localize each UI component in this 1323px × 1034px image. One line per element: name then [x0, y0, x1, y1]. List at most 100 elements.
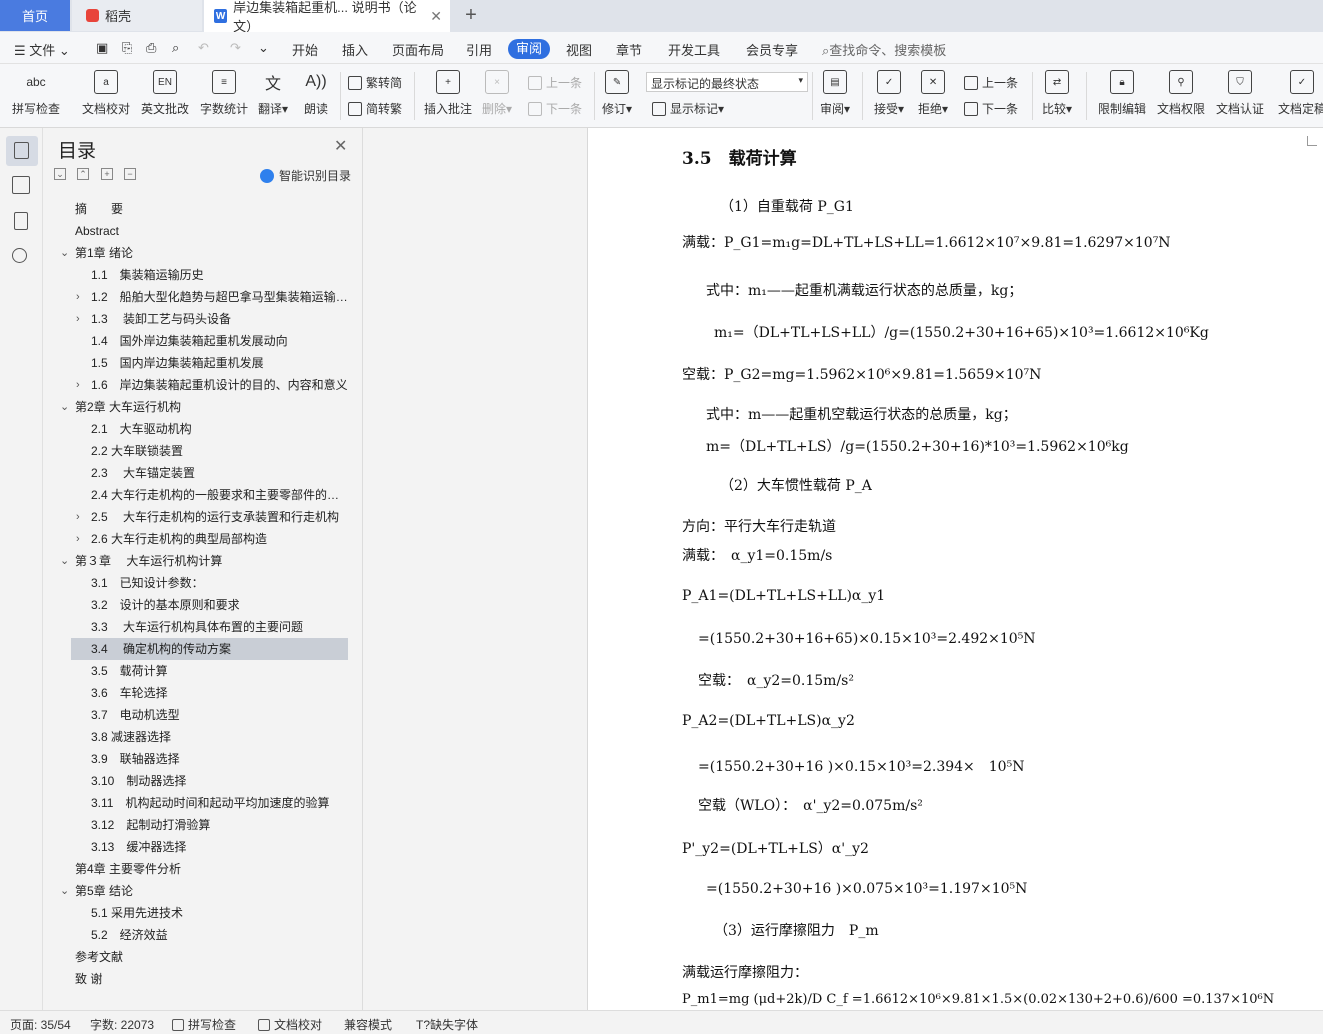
collapse-all-icon[interactable]: ⌃	[77, 168, 89, 180]
prev-comment-button[interactable]: 上一条	[528, 74, 582, 91]
export-icon[interactable]: ⎘	[122, 40, 132, 56]
toc-item[interactable]: 3.5 载荷计算	[44, 660, 362, 682]
toc-item[interactable]: 2.2 大车联锁装置	[44, 440, 362, 462]
toc-item[interactable]: 2.1 大车驱动机构	[44, 418, 362, 440]
toc-item[interactable]: 2.3 大车锚定装置	[44, 462, 362, 484]
toc-item[interactable]: ⌄ 第３章 大车运行机构计算	[44, 550, 362, 572]
toc-item[interactable]: › 1.3 装卸工艺与码头设备	[44, 308, 362, 330]
redo-icon[interactable]: ↷	[230, 40, 241, 56]
chevron-right-icon[interactable]: ›	[76, 506, 80, 528]
restrict-edit-button[interactable]: 🔒︎ 限制编辑	[1098, 70, 1146, 117]
toc-item[interactable]: 摘 要	[44, 198, 362, 220]
save-icon[interactable]: ▣	[96, 40, 108, 56]
proofread-button[interactable]: a 文档校对	[82, 70, 130, 117]
word-count-button[interactable]: ≡ 字数统计	[200, 70, 248, 117]
toc-item[interactable]: ⌄ 第1章 绪论	[44, 242, 362, 264]
toc-item[interactable]: 1.4 国外岸边集装箱起重机发展动向	[44, 330, 362, 352]
chevron-down-icon[interactable]: ⌄	[60, 550, 69, 572]
tab-document[interactable]: W 岸边集装箱起重机... 说明书（论文） ✕	[204, 0, 450, 34]
status-proofread[interactable]: 文档校对	[258, 1016, 322, 1033]
toc-item[interactable]: › 1.6 岸边集装箱起重机设计的目的、内容和意义	[44, 374, 362, 396]
close-icon[interactable]: ✕	[430, 8, 442, 25]
simp-to-trad-button[interactable]: 简转繁	[348, 100, 402, 117]
toc-item[interactable]: 参考文献	[44, 946, 362, 968]
toc-item[interactable]: ⌄ 第5章 结论	[44, 880, 362, 902]
add-heading-icon[interactable]: +	[101, 168, 113, 180]
word-count-indicator[interactable]: 字数: 22073	[90, 1016, 154, 1033]
toc-item[interactable]: › 1.2 船舶大型化趋势与超巴拿马型集装箱运输船...	[44, 286, 362, 308]
translate-button[interactable]: 文 翻译▾	[258, 70, 288, 117]
toc-item[interactable]: ⌄ 第2章 大车运行机构	[44, 396, 362, 418]
menu-developer[interactable]: 开发工具	[668, 40, 720, 59]
document-page[interactable]: 3.5 载荷计算 （1）自重载荷 P_G1 满载：P_G1=m₁g=DL+TL+…	[587, 128, 1323, 1010]
command-search[interactable]: ⌕查找命令、搜索模板	[822, 40, 946, 59]
toc-item[interactable]: 1.5 国内岸边集装箱起重机发展	[44, 352, 362, 374]
page-indicator[interactable]: 页面: 35/54	[10, 1016, 71, 1033]
toc-item[interactable]: 3.3 大车运行机构具体布置的主要问题	[44, 616, 362, 638]
panel-splitter[interactable]	[362, 128, 363, 1010]
print-icon[interactable]: ⎙	[146, 40, 156, 56]
menu-section[interactable]: 章节	[616, 40, 642, 59]
chevron-down-icon[interactable]: ⌄	[60, 396, 69, 418]
doc-cert-button[interactable]: ⛉ 文档认证	[1216, 70, 1264, 117]
toc-item[interactable]: 1.1 集装箱运输历史	[44, 264, 362, 286]
toc-item[interactable]: 3.9 联轴器选择	[44, 748, 362, 770]
menu-insert[interactable]: 插入	[342, 40, 368, 59]
reject-button[interactable]: ✕ 拒绝▾	[918, 70, 948, 117]
english-review-button[interactable]: EN 英文批改	[141, 70, 189, 117]
navigation-icon[interactable]	[12, 176, 30, 194]
toc-item[interactable]: › 2.6 大车行走机构的典型局部构造	[44, 528, 362, 550]
toc-item[interactable]: Abstract	[44, 220, 362, 242]
review-pane-button[interactable]: ▤ 审阅▾	[820, 70, 850, 117]
menu-page-layout[interactable]: 页面布局	[392, 40, 444, 59]
accept-button[interactable]: ✓ 接受▾	[874, 70, 904, 117]
toc-item[interactable]: 3.12 起制动打滑验算	[44, 814, 362, 836]
toc-item[interactable]: 3.1 已知设计参数：	[44, 572, 362, 594]
menu-start[interactable]: 开始	[292, 40, 318, 59]
delete-comment-button[interactable]: × 删除▾	[482, 70, 512, 117]
chevron-right-icon[interactable]: ›	[76, 286, 80, 308]
missing-font-button[interactable]: T? 缺失字体	[416, 1016, 478, 1033]
menu-references[interactable]: 引用	[466, 40, 492, 59]
close-icon[interactable]: ✕	[334, 136, 347, 156]
next-change-button[interactable]: 下一条	[964, 100, 1018, 117]
remove-heading-icon[interactable]: −	[124, 168, 136, 180]
status-spell-check[interactable]: 拼写检查	[172, 1016, 236, 1033]
toc-item[interactable]: 5.1 采用先进技术	[44, 902, 362, 924]
toc-item[interactable]: 2.4 大车行走机构的一般要求和主要零部件的选择	[44, 484, 362, 506]
toc-item[interactable]: 3.6 车轮选择	[44, 682, 362, 704]
tab-home[interactable]: 首页	[0, 0, 70, 31]
expand-all-icon[interactable]: ⌄	[54, 168, 66, 180]
toc-item[interactable]: 5.2 经济效益	[44, 924, 362, 946]
chevron-down-icon[interactable]: ⌄	[60, 242, 69, 264]
toc-item[interactable]: 3.7 电动机选型	[44, 704, 362, 726]
bookmark-icon[interactable]	[14, 212, 28, 230]
menu-member[interactable]: 会员专享	[746, 40, 798, 59]
more-icon[interactable]: ⌄	[258, 40, 269, 56]
read-aloud-button[interactable]: A)) 朗读	[304, 70, 328, 117]
tab-daoke[interactable]: 稻壳	[72, 0, 202, 31]
doc-permission-button[interactable]: ⚲ 文档权限	[1157, 70, 1205, 117]
chevron-right-icon[interactable]: ›	[76, 528, 80, 550]
toc-item[interactable]: 3.2 设计的基本原则和要求	[44, 594, 362, 616]
toc-item[interactable]: 3.11 机构起动时间和起动平均加速度的验算	[44, 792, 362, 814]
insert-comment-button[interactable]: + 插入批注	[424, 70, 472, 117]
search-icon[interactable]	[12, 248, 27, 263]
print-preview-icon[interactable]: ⌕	[172, 40, 179, 56]
toc-item[interactable]: 致 谢	[44, 968, 362, 990]
new-tab-button[interactable]: +	[456, 0, 486, 31]
trad-to-simp-button[interactable]: 繁转简	[348, 74, 402, 91]
show-markup-button[interactable]: 显示标记 ▾	[652, 100, 724, 117]
doc-final-button[interactable]: ✓ 文档定稿	[1278, 70, 1323, 117]
toc-item[interactable]: › 2.5 大车行走机构的运行支承装置和行走机构	[44, 506, 362, 528]
toc-item[interactable]: 3.4 确定机构的传动方案	[71, 638, 348, 660]
prev-change-button[interactable]: 上一条	[964, 74, 1018, 91]
toc-item[interactable]: 3.13 缓冲器选择	[44, 836, 362, 858]
track-changes-button[interactable]: ✎ 修订▾	[602, 70, 632, 117]
toc-item[interactable]: 3.10 制动器选择	[44, 770, 362, 792]
markup-state-select[interactable]: 显示标记的最终状态 ▾	[646, 72, 808, 92]
next-comment-button[interactable]: 下一条	[528, 100, 582, 117]
menu-review-active[interactable]: 审阅	[508, 39, 550, 59]
smart-toc-button[interactable]: 智能识别目录	[260, 167, 351, 184]
undo-icon[interactable]: ↶	[198, 40, 209, 56]
